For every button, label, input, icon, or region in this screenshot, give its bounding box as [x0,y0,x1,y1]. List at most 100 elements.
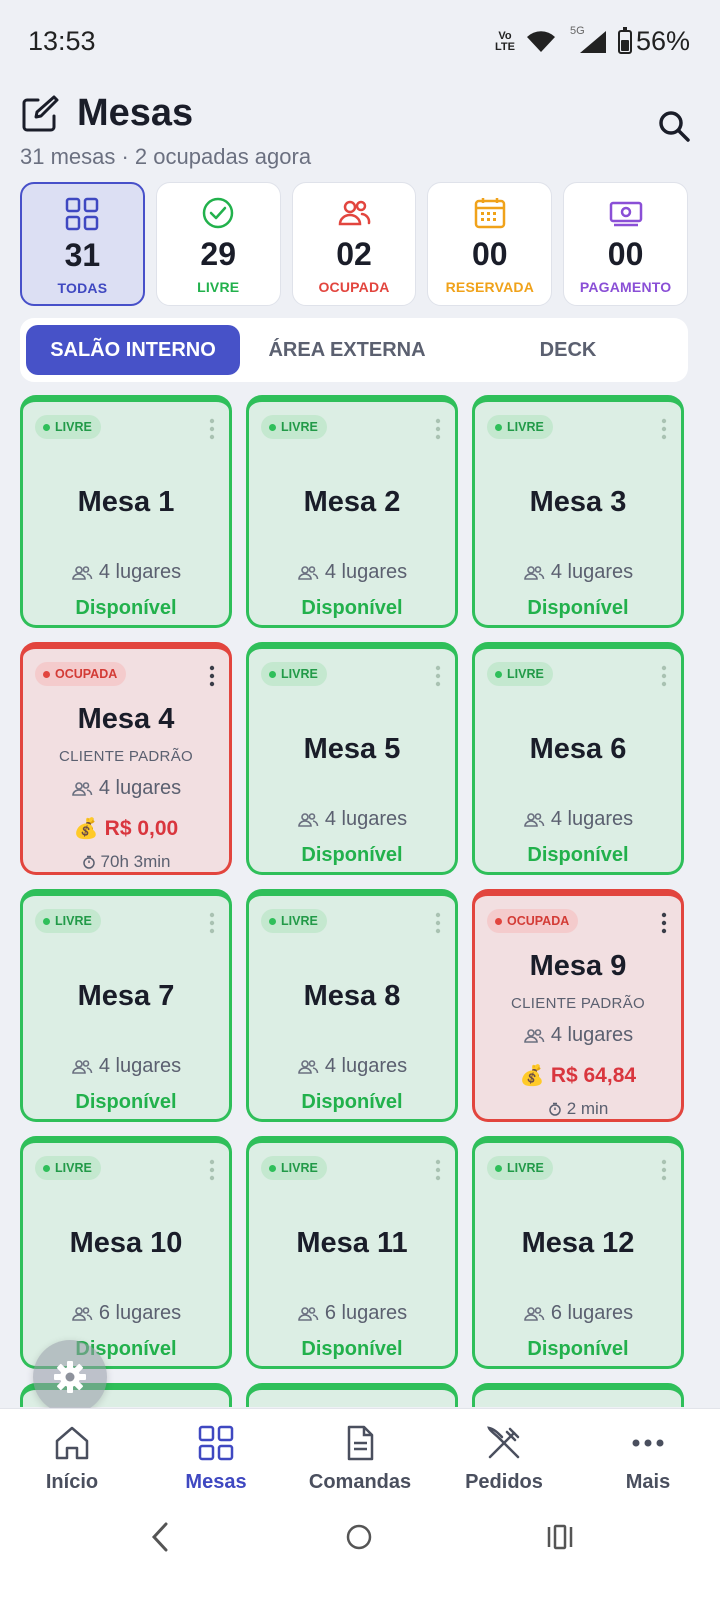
nav-pedidos[interactable]: Pedidos [432,1409,576,1508]
table-card[interactable]: LIVRE Mesa 11 6 lugares Disponível [246,1136,458,1369]
badge-label: LIVRE [281,914,318,928]
status-badge: LIVRE [487,1156,553,1180]
seats: 4 lugares [475,808,681,831]
badge-label: LIVRE [55,914,92,928]
filter-todas[interactable]: 31 TODAS [20,182,145,306]
table-card[interactable]: LIVRE Mesa 3 4 lugares Disponível [472,395,684,628]
nav-label: Mais [625,1471,671,1493]
status-dot [269,423,276,431]
status-badge: LIVRE [261,415,327,439]
people-icon [298,565,319,580]
table-card[interactable]: OCUPADA Mesa 4 CLIENTE PADRÃO 4 lugares 💰 R$ … [20,642,232,875]
people-icon [524,1028,545,1043]
filter-reservada[interactable]: 00 RESERVADA [427,182,553,306]
tab-area-externa[interactable]: ÁREA EXTERNA [240,325,454,375]
filter-pagamento[interactable]: 00 PAGAMENTO [563,182,688,306]
volte-icon: Vo LTE [494,29,515,53]
kebab-menu-icon[interactable] [435,665,441,687]
filter-livre[interactable]: 29 LIVRE [155,182,281,306]
badge-label: LIVRE [507,667,544,681]
stat-label: PAGAMENTO [579,279,672,295]
seats: 4 lugares [23,1055,229,1078]
status-bar: 13:53 Vo LTE 5G 56% [0,0,720,80]
status-time: 13:53 [28,26,96,56]
kebab-menu-icon[interactable] [435,912,441,934]
seats: 4 lugares [249,561,455,584]
kebab-menu-icon[interactable] [661,665,667,687]
document-icon [347,1425,374,1461]
people-icon [72,1306,93,1321]
table-name: Mesa 7 [77,980,175,1012]
badge-label: LIVRE [55,1161,92,1175]
stat-label: OCUPADA [318,279,390,295]
grid-icon [198,1425,234,1461]
nav-label: Comandas [308,1471,412,1493]
page-subtitle: 31 mesas · 2 ocupadas agora [20,144,312,169]
network-type: 5G [569,24,585,37]
edit-icon[interactable] [20,94,60,134]
seats-label: 4 lugares [98,561,182,583]
recent-apps-icon[interactable] [545,1523,575,1551]
stat-label: LIVRE [197,279,240,295]
table-card[interactable]: LIVRE Mesa 2 4 lugares Disponível [246,395,458,628]
amount-value: R$ 64,84 [550,1063,637,1087]
table-card[interactable]: LIVRE Mesa 1 4 lugares Disponível [20,395,232,628]
table-card[interactable]: LIVRE Mesa 5 4 lugares Disponível [246,642,458,875]
nav-label: Mesas [185,1471,247,1493]
kebab-menu-icon[interactable] [209,665,215,687]
kebab-menu-icon[interactable] [209,912,215,934]
availability: Disponível [75,597,177,619]
kebab-menu-icon[interactable] [661,912,667,934]
nav-inicio[interactable]: Início [0,1409,144,1508]
status-badge: LIVRE [35,1156,101,1180]
check-circle-icon [202,197,234,229]
back-icon[interactable] [148,1520,172,1554]
seats-label: 4 lugares [550,1024,634,1046]
kebab-menu-icon[interactable] [209,1159,215,1181]
status-dot [495,1164,502,1172]
status-dot [269,670,276,678]
kebab-menu-icon[interactable] [661,418,667,440]
search-icon[interactable] [656,108,692,144]
table-card[interactable]: LIVRE Mesa 6 4 lugares Disponível [472,642,684,875]
status-badge: LIVRE [35,909,101,933]
table-card[interactable]: LIVRE Mesa 7 4 lugares Disponível [20,889,232,1122]
kebab-menu-icon[interactable] [435,1159,441,1181]
seats: 6 lugares [249,1302,455,1325]
nav-comandas[interactable]: Comandas [288,1409,432,1508]
amount-value: R$ 0,00 [104,816,179,840]
stat-label: TODAS [57,280,108,296]
table-card[interactable] [246,1383,458,1407]
seats: 4 lugares [23,777,229,800]
filter-ocupada[interactable]: 02 OCUPADA [291,182,417,306]
seats: 4 lugares [475,561,681,584]
kebab-menu-icon[interactable] [661,1159,667,1181]
seats-label: 4 lugares [324,561,408,583]
status-dot [269,1164,276,1172]
status-badge: OCUPADA [35,662,127,686]
seats-label: 6 lugares [98,1302,182,1324]
client-name: CLIENTE PADRÃO [511,995,645,1012]
nav-mesas[interactable]: Mesas [144,1409,288,1508]
seats-label: 4 lugares [98,777,182,799]
badge-label: LIVRE [281,1161,318,1175]
settings-button[interactable] [33,1340,107,1414]
table-card[interactable]: LIVRE Mesa 8 4 lugares Disponível [246,889,458,1122]
table-name: Mesa 12 [521,1227,635,1259]
table-card[interactable]: OCUPADA Mesa 9 CLIENTE PADRÃO 4 lugares 💰 R$ … [472,889,684,1122]
table-card[interactable]: LIVRE Mesa 12 6 lugares Disponível [472,1136,684,1369]
kebab-menu-icon[interactable] [209,418,215,440]
badge-label: LIVRE [281,667,318,681]
table-card[interactable] [472,1383,684,1407]
status-icons: Vo LTE 5G 56% [494,24,690,57]
people-icon [524,565,545,580]
table-card[interactable]: LIVRE Mesa 10 6 lugares Disponível [20,1136,232,1369]
tab-salao-interno[interactable]: SALÃO INTERNO [26,325,240,375]
kebab-menu-icon[interactable] [435,418,441,440]
home-circle-icon[interactable] [345,1523,373,1551]
tab-deck[interactable]: DECK [454,325,682,375]
seats-label: 4 lugares [324,808,408,830]
status-badge: LIVRE [487,415,553,439]
cash-icon [609,201,642,227]
nav-mais[interactable]: Mais [576,1409,720,1508]
